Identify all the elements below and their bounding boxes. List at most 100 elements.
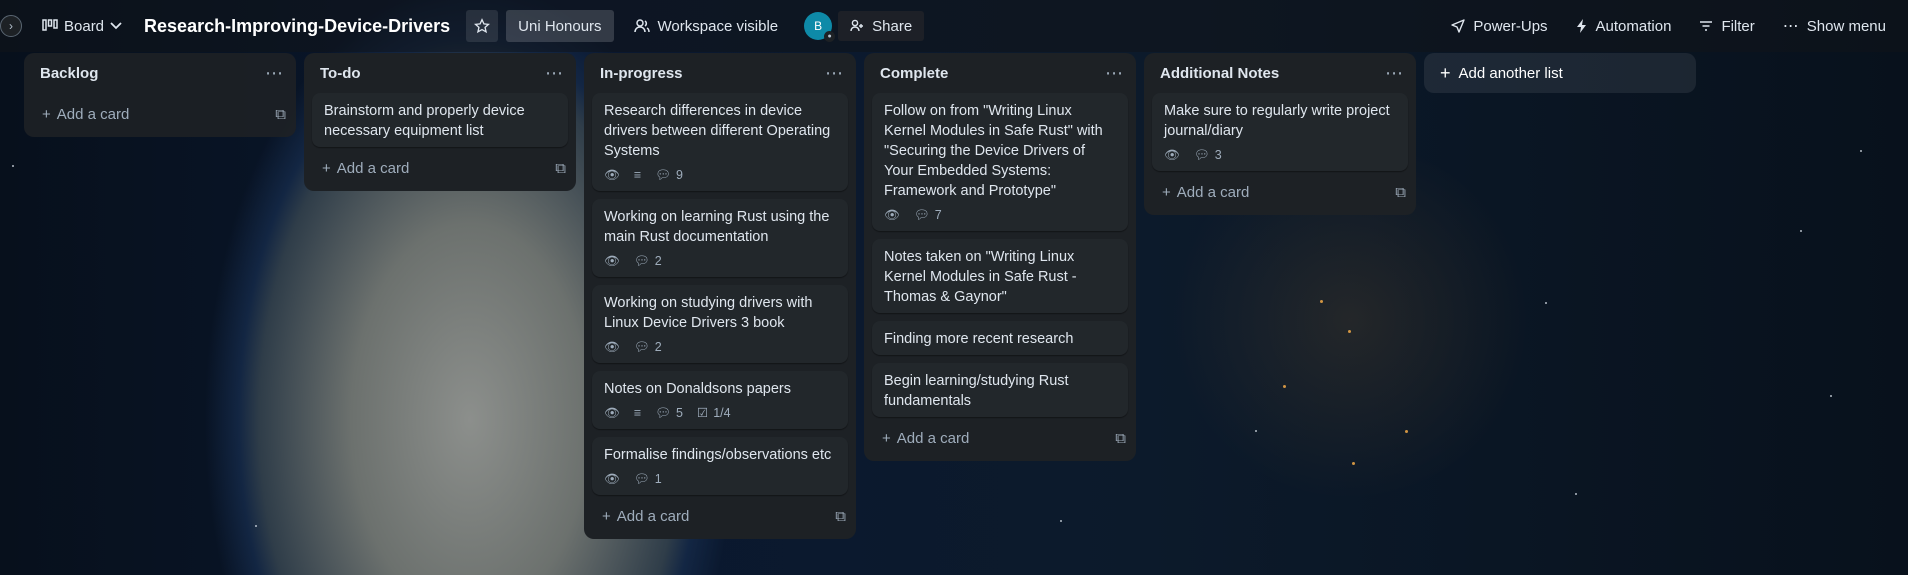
comment-count: 7 [934, 208, 942, 222]
list-title[interactable]: To-do [320, 65, 361, 82]
card[interactable]: Brainstorm and properly device necessary… [312, 93, 568, 147]
star-board-button[interactable] [466, 10, 499, 42]
card[interactable]: Make sure to regularly write project jou… [1152, 93, 1408, 171]
comments-badge: 💬︎ 5 [655, 403, 683, 423]
card[interactable]: Research differences in device drivers b… [592, 93, 848, 191]
people-icon [633, 19, 650, 33]
list-menu-icon[interactable]: ⋯ [545, 63, 564, 84]
automation-label: Automation [1595, 17, 1672, 35]
filter-button[interactable]: Filter [1687, 10, 1766, 42]
star-icon [474, 18, 491, 34]
board-view-icon [42, 19, 58, 31]
card[interactable]: Formalise findings/observations etc 👁︎ 💬… [592, 437, 848, 495]
card-template-icon[interactable]: ⧉ [555, 160, 566, 177]
list-todo: To-do ⋯ Brainstorm and properly device n… [304, 53, 576, 191]
list-title[interactable]: In-progress [600, 65, 683, 82]
card[interactable]: Notes on Donaldsons papers 👁︎ ≡ 💬︎ 5 ☑ 1/4 [592, 371, 848, 429]
visibility-label: Workspace visible [657, 17, 779, 35]
list-complete: Complete ⋯ Follow on from "Writing Linux… [864, 53, 1136, 461]
automation-button[interactable]: Automation [1564, 10, 1684, 42]
add-card-button[interactable]: + Add a card ⧉ [304, 151, 576, 185]
comment-icon: 💬︎ [633, 472, 650, 486]
list-header: Backlog ⋯ [24, 53, 296, 93]
add-card-button[interactable]: + Add a card ⧉ [1144, 175, 1416, 209]
filter-label: Filter [1721, 17, 1755, 35]
workspace-button[interactable]: Uni Honours [506, 10, 614, 42]
plus-icon: + [322, 159, 331, 177]
list-header: To-do ⋯ [304, 53, 576, 93]
admin-badge-icon: ● [824, 31, 836, 42]
list-additional-notes: Additional Notes ⋯ Make sure to regularl… [1144, 53, 1416, 215]
comment-icon: 💬︎ [655, 168, 672, 182]
list-in-progress: In-progress ⋯ Research differences in de… [584, 53, 856, 539]
list-title[interactable]: Backlog [40, 65, 98, 82]
plus-icon: + [42, 105, 51, 123]
card-title: Formalise findings/observations etc [604, 447, 832, 463]
add-list-button[interactable]: + Add another list [1424, 53, 1696, 93]
description-icon: ≡ [633, 406, 642, 420]
power-ups-button[interactable]: Power-Ups [1439, 10, 1559, 42]
card-template-icon[interactable]: ⧉ [275, 106, 286, 123]
list-menu-icon[interactable]: ⋯ [265, 63, 284, 84]
chevron-down-icon [110, 22, 122, 30]
add-list-label: Add another list [1458, 64, 1563, 82]
comment-icon: 💬︎ [913, 208, 930, 222]
list-header: Complete ⋯ [864, 53, 1136, 93]
comment-icon: 💬︎ [1193, 148, 1210, 162]
plus-icon: + [1440, 62, 1451, 83]
card-title: Finding more recent research [884, 331, 1074, 347]
comments-badge: 💬︎ 7 [914, 205, 942, 225]
list-menu-icon[interactable]: ⋯ [1385, 63, 1404, 84]
expand-sidebar-button[interactable]: › [0, 15, 22, 37]
list-backlog: Backlog ⋯ + Add a card ⧉ [24, 53, 296, 137]
card[interactable]: Finding more recent research [872, 321, 1128, 355]
watching-eye-icon: 👁︎ [604, 406, 620, 420]
card[interactable]: Begin learning/studying Rust fundamental… [872, 363, 1128, 417]
board-header: › Board Research-Improving-Device-Driver… [0, 0, 1908, 52]
card-title: Notes taken on "Writing Linux Kernel Mod… [884, 249, 1077, 305]
share-button[interactable]: Share [838, 11, 925, 41]
description-icon: ≡ [633, 168, 642, 182]
comment-count: 1 [654, 472, 662, 486]
add-person-icon [850, 19, 864, 32]
add-card-label: Add a card [896, 429, 970, 447]
show-menu-button[interactable]: ⋯ Show menu [1771, 10, 1898, 42]
watching-eye-icon: 👁︎ [1164, 148, 1180, 162]
add-card-button[interactable]: + Add a card ⧉ [24, 97, 296, 131]
card[interactable]: Follow on from "Writing Linux Kernel Mod… [872, 93, 1128, 231]
comment-icon: 💬︎ [655, 406, 672, 420]
visibility-button[interactable]: Workspace visible [622, 10, 791, 42]
card[interactable]: Notes taken on "Writing Linux Kernel Mod… [872, 239, 1128, 313]
add-card-button[interactable]: + Add a card ⧉ [584, 499, 856, 533]
watching-eye-icon: 👁︎ [604, 254, 620, 268]
list-menu-icon[interactable]: ⋯ [1105, 63, 1124, 84]
board-title[interactable]: Research-Improving-Device-Drivers [144, 16, 450, 37]
checkbox-icon: ☑ [697, 406, 709, 420]
card-title: Begin learning/studying Rust fundamental… [884, 373, 1069, 409]
card-template-icon[interactable]: ⧉ [835, 508, 846, 525]
plus-icon: + [602, 507, 611, 525]
ellipsis-icon: ⋯ [1782, 18, 1799, 35]
show-menu-label: Show menu [1806, 17, 1886, 35]
card[interactable]: Working on learning Rust using the main … [592, 199, 848, 277]
card-template-icon[interactable]: ⧉ [1115, 430, 1126, 447]
comments-badge: 💬︎ 1 [634, 469, 662, 489]
card-title: Make sure to regularly write project jou… [1164, 103, 1390, 139]
comment-count: 2 [654, 340, 662, 354]
comments-badge: 💬︎ 2 [634, 251, 662, 271]
watching-eye-icon: 👁︎ [604, 168, 620, 182]
lightning-icon [1576, 19, 1586, 33]
add-card-button[interactable]: + Add a card ⧉ [864, 421, 1136, 455]
card[interactable]: Working on studying drivers with Linux D… [592, 285, 848, 363]
avatar[interactable]: B ● [804, 12, 836, 42]
view-switcher[interactable]: Board [34, 10, 130, 42]
card-template-icon[interactable]: ⧉ [1395, 184, 1406, 201]
watching-eye-icon: 👁︎ [604, 340, 620, 354]
power-ups-label: Power-Ups [1473, 17, 1548, 35]
filter-icon [1700, 21, 1713, 31]
list-title[interactable]: Additional Notes [1160, 65, 1279, 82]
list-title[interactable]: Complete [880, 65, 948, 82]
comments-badge: 💬︎ 9 [655, 165, 683, 185]
list-menu-icon[interactable]: ⋯ [825, 63, 844, 84]
card-title: Working on studying drivers with Linux D… [604, 295, 813, 331]
